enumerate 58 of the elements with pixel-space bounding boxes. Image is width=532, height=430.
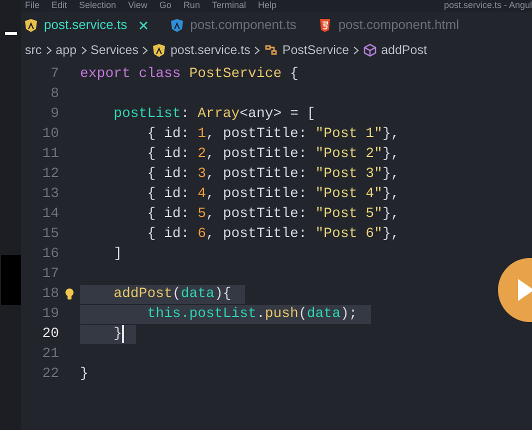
menu-item[interactable]: Selection [79,0,116,13]
code-line: } [80,364,90,384]
line-number: 13 [41,184,59,204]
tab[interactable]: post.component.ts [190,15,296,35]
code-line: { id: 2, postTitle: "Post 2"}, [146,144,400,164]
line-number: 8 [50,84,59,104]
line-number: 19 [41,304,59,324]
breadcrumb-item[interactable]: PostService [282,40,350,60]
window-title: post.service.ts - Angul [444,0,532,12]
line-number: 12 [41,164,59,184]
close-icon[interactable] [139,20,148,30]
html-file-icon [318,18,332,32]
tab[interactable]: post.service.ts [44,15,128,35]
line-number: 21 [41,344,59,364]
line-number: 16 [41,244,59,264]
chevron-icon [142,46,148,54]
code-line: ] [112,244,124,264]
line-number: 9 [50,104,59,124]
chevron-icon [254,46,260,54]
line-number: 14 [41,204,59,224]
line-number: 18 [41,284,59,304]
menu-item[interactable]: Edit [52,0,68,13]
chevron-icon [46,46,52,54]
breadcrumb-item[interactable]: post.service.ts [170,40,250,60]
line-number: 15 [41,224,59,244]
line-number: 10 [41,124,59,144]
code-line: { id: 1, postTitle: "Post 1"}, [146,124,400,144]
menu-item[interactable]: Terminal [212,0,246,13]
menu-item[interactable]: File [25,0,40,13]
tab[interactable]: post.component.html [338,15,460,35]
shield-icon [152,42,166,58]
breadcrumb-item[interactable]: addPost [381,40,427,60]
line-number: 7 [50,64,59,84]
code-line: { id: 5, postTitle: "Post 5"}, [146,204,400,224]
text-cursor [122,325,124,343]
class-icon [264,42,278,58]
line-number: 20 [41,324,59,344]
menu-item[interactable]: Run [183,0,200,13]
breadcrumb-item[interactable]: app [56,40,77,60]
menu-item[interactable]: Go [159,0,172,13]
cube-icon [363,42,378,58]
line-number: 11 [41,144,59,164]
lightbulb-icon[interactable] [65,288,74,300]
shield-icon [24,18,38,32]
line-number: 22 [41,364,59,384]
code-line: { id: 6, postTitle: "Post 6"}, [146,224,400,244]
breadcrumb-item[interactable]: src [25,40,42,60]
chevron-icon [353,46,360,54]
code-line: export class PostService { [80,64,300,84]
menu-item[interactable]: View [128,0,148,13]
menu-item[interactable]: Help [258,0,276,13]
shield-icon [170,18,184,32]
code-line: { id: 3, postTitle: "Post 3"}, [146,164,400,184]
chevron-icon [80,46,87,54]
line-number: 17 [41,264,59,284]
code-line: postList: Array<any> = [ [112,104,316,124]
breadcrumb-item[interactable]: Services [90,40,138,60]
code-line: { id: 4, postTitle: "Post 4"}, [146,184,400,204]
